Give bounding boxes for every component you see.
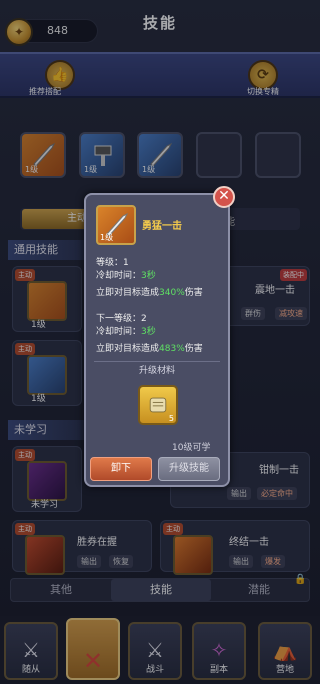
close-icon[interactable]: ✕ <box>213 186 235 208</box>
level-line: 等级：1 <box>96 258 129 268</box>
next-level-line: 下一等级：2 <box>96 314 147 324</box>
skill-icon: 1级 <box>96 205 136 245</box>
skill-detail-popup: 1级 勇猛一击 等级：1 冷却时间：3秒 立即对目标造成340%伤害 下一等级：… <box>84 193 230 487</box>
divider <box>94 361 220 362</box>
unequip-button[interactable]: 卸下 <box>90 457 152 481</box>
next-cooldown-line: 冷却时间：3秒 <box>96 327 156 337</box>
next-effect-line: 立即对目标造成483%伤害 <box>96 344 203 354</box>
level-requirement: 10级可学 <box>172 443 211 453</box>
skill-level-badge: 1级 <box>100 233 114 242</box>
skill-name: 勇猛一击 <box>142 221 182 232</box>
material-slot[interactable]: 5 <box>138 385 178 425</box>
material-count: 5 <box>168 414 174 423</box>
cooldown-line: 冷却时间：3秒 <box>96 271 156 281</box>
effect-line: 立即对目标造成340%伤害 <box>96 288 203 298</box>
materials-title: 升级材料 <box>138 366 175 376</box>
scroll-icon <box>149 397 167 413</box>
skill-screen: ✦ 848 技能 👍 推荐搭配 ⟳ 切换专精 1级 1级 1级 主动 技能 通用… <box>0 0 320 684</box>
upgrade-skill-button[interactable]: 升级技能 <box>158 457 220 481</box>
